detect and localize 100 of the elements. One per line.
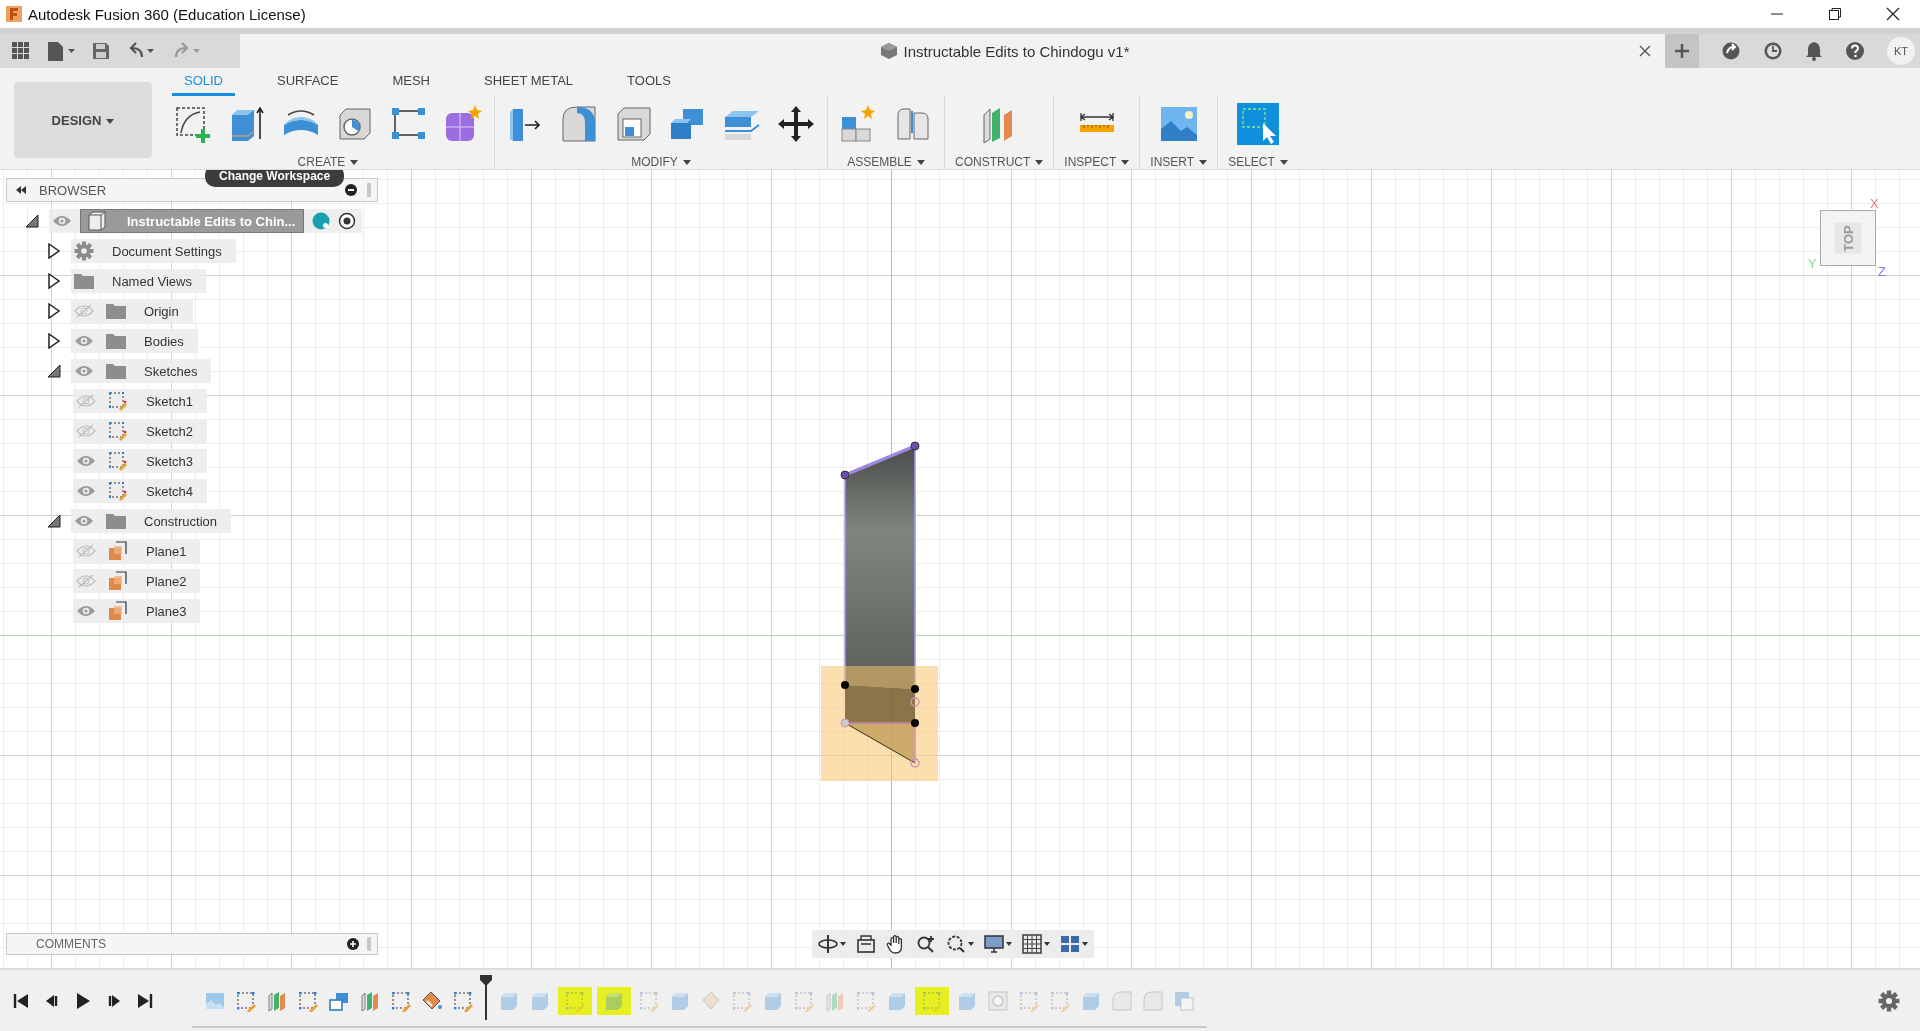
tool-group-menu[interactable]: ASSEMBLE [847, 155, 925, 169]
help-icon[interactable] [1845, 41, 1865, 61]
timeline-marker[interactable] [479, 973, 493, 1020]
eye-icon[interactable] [76, 484, 96, 498]
eye-slash-icon[interactable] [76, 544, 96, 558]
tree-item[interactable]: Plane2 [73, 569, 201, 593]
document-tab[interactable]: Instructable Edits to Chindogu v1* [240, 34, 1665, 68]
skip-start-icon[interactable] [12, 991, 30, 1010]
eye-icon[interactable] [52, 214, 72, 228]
plane-icon [108, 541, 128, 561]
eye-icon[interactable] [76, 454, 96, 468]
eye-icon[interactable] [76, 604, 96, 618]
tree-item[interactable]: Origin [71, 299, 193, 323]
new-tab-button[interactable] [1665, 34, 1699, 68]
bell-icon[interactable] [1805, 41, 1823, 61]
plus-circle-icon[interactable] [347, 938, 359, 950]
tooltip: Change Workspace [205, 170, 345, 187]
panel-grip-icon[interactable] [367, 183, 371, 197]
tree-item-label: Construction [144, 513, 217, 529]
viewports-icon[interactable] [1060, 934, 1088, 954]
expand-arrow-icon[interactable] [47, 333, 61, 349]
tree-item[interactable]: Sketches [71, 359, 212, 383]
tree-item[interactable]: Construction [71, 509, 231, 533]
panel-grip-icon[interactable] [367, 937, 371, 951]
toolbar-tab[interactable]: MESH [380, 73, 442, 96]
close-icon[interactable] [1639, 45, 1651, 57]
eye-slash-icon[interactable] [74, 304, 94, 318]
folder-icon [106, 513, 126, 529]
radio-icon[interactable] [338, 212, 357, 230]
apps-grid-icon[interactable] [12, 42, 30, 60]
settings-icon[interactable] [1878, 989, 1900, 1012]
tree-item[interactable]: Document Settings [71, 239, 236, 263]
window-title: Autodesk Fusion 360 (Education License) [28, 5, 306, 23]
grid-icon[interactable] [1022, 934, 1050, 954]
expand-arrow-icon[interactable] [47, 273, 61, 289]
tree-item-label: Origin [144, 303, 179, 319]
tool-group-menu[interactable]: MODIFY [631, 155, 691, 169]
collapse-arrow-icon[interactable] [47, 363, 61, 379]
tree-item[interactable]: Sketch2 [73, 419, 207, 443]
folder-icon [74, 273, 94, 289]
folder-icon [106, 303, 126, 319]
tree-item-label: Document Settings [112, 243, 222, 259]
collapse-arrow-icon[interactable] [25, 213, 39, 229]
select-icon[interactable] [1237, 103, 1279, 145]
tree-item-label: Sketch4 [146, 483, 193, 499]
eye-icon[interactable] [74, 514, 94, 528]
job-status-icon[interactable] [1721, 41, 1741, 61]
save-icon[interactable] [92, 42, 110, 60]
browser-title: BROWSER [39, 182, 107, 198]
collapse-panel-icon[interactable] [15, 185, 27, 195]
tool-group-menu[interactable]: INSPECT [1064, 155, 1130, 169]
tree-item[interactable]: Bodies [71, 329, 198, 353]
minus-circle-icon[interactable] [345, 184, 357, 196]
tool-group-menu[interactable]: INSERT [1150, 155, 1208, 169]
tree-item[interactable]: Sketch3 [73, 449, 207, 473]
cube-icon [879, 42, 898, 60]
eye-slash-icon[interactable] [76, 574, 96, 588]
tree-item-label: Sketch3 [146, 453, 193, 469]
tool-group-menu[interactable]: CREATE [297, 155, 359, 169]
zoom-fit-icon[interactable] [946, 934, 974, 954]
skip-end-icon[interactable] [136, 991, 154, 1010]
collapse-arrow-icon[interactable] [47, 513, 61, 529]
eye-slash-icon[interactable] [76, 394, 96, 408]
toolbar-tab[interactable]: TOOLS [615, 73, 683, 96]
tree-item-label: Plane3 [146, 603, 187, 619]
tree-item[interactable]: Named Views [71, 269, 206, 293]
toolbar-tab[interactable]: SURFACE [265, 73, 351, 96]
eye-icon[interactable] [74, 334, 94, 348]
orbit-icon[interactable] [818, 934, 846, 954]
user-avatar[interactable]: KT [1887, 37, 1915, 65]
tool-group-menu[interactable]: SELECT [1228, 155, 1288, 169]
tool-group-menu[interactable]: CONSTRUCT [955, 155, 1044, 169]
zoom-icon[interactable] [916, 934, 936, 954]
user-badge-icon[interactable] [312, 212, 331, 230]
x-axis-label: X [1870, 196, 1879, 211]
tree-item-label: Plane1 [146, 543, 187, 559]
eye-icon[interactable] [74, 364, 94, 378]
close-icon[interactable] [1886, 7, 1900, 21]
restore-icon[interactable] [1828, 7, 1842, 21]
design-canvas[interactable]: X TOP Y Z BROWSER Instructable Edits to Chin... Document Settings Named Views Origin Bodies Sketches Sketch1 Sketch2 Sketch3 Sketch4 Construction Plane1 Plane2 Plane3 Change Workspace COMMENTS [0, 170, 1920, 968]
sketch-icon [108, 421, 128, 441]
look-at-icon[interactable] [856, 934, 876, 954]
root-label: Instructable Edits to Chin... [127, 213, 296, 229]
monitor-icon[interactable] [984, 934, 1012, 954]
workspace-dropdown[interactable]: DESIGN [14, 82, 152, 158]
comments-title: COMMENTS [36, 937, 106, 951]
plane-icon [108, 571, 128, 591]
file-icon[interactable] [46, 41, 76, 61]
expand-arrow-icon[interactable] [47, 243, 61, 259]
folder-icon [106, 363, 126, 379]
tree-item[interactable]: Plane3 [73, 599, 201, 623]
eye-slash-icon[interactable] [76, 424, 96, 438]
tree-item[interactable]: Plane1 [73, 539, 201, 563]
expand-arrow-icon[interactable] [47, 303, 61, 319]
tree-item[interactable]: Sketch4 [73, 479, 207, 503]
tree-item[interactable]: Sketch1 [73, 389, 207, 413]
plus-icon [1674, 43, 1690, 59]
toolbar-tab[interactable]: SHEET METAL [472, 73, 586, 96]
play-icon[interactable] [74, 991, 92, 1010]
clock-icon[interactable] [1763, 41, 1783, 61]
